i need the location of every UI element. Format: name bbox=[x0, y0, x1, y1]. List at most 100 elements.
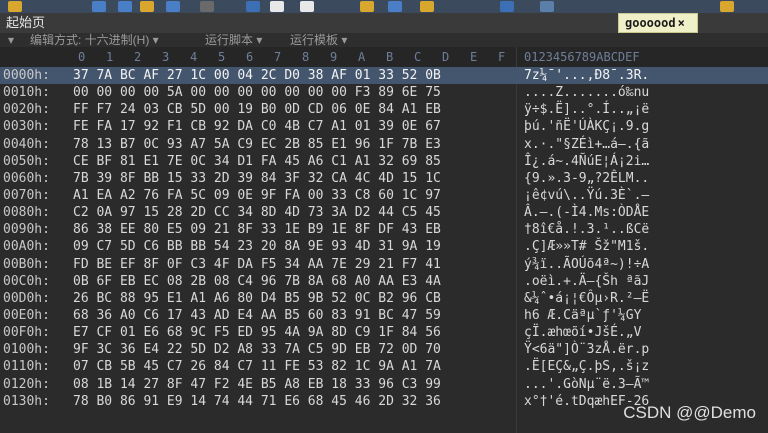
hex-row[interactable]: 00C0h: 0B 6F EB EC 08 2B 08 C4 96 7B 8A 6… bbox=[0, 273, 768, 290]
row-ascii[interactable]: .Ç]Æ»»T# Šž"M1š. bbox=[524, 238, 649, 255]
row-ascii[interactable]: çÏ.æhœõí•JšÉ.„V bbox=[524, 324, 641, 341]
tab-file[interactable]: goooood × bbox=[618, 13, 698, 33]
row-ascii[interactable]: †8î€å.!.3.¹..ßCë bbox=[524, 221, 649, 238]
row-offset: 0100h: bbox=[3, 342, 50, 358]
row-ascii[interactable]: Î¿.á~.4ÑúE¦Á¡2i… bbox=[524, 153, 649, 170]
row-offset: 0010h: bbox=[3, 85, 50, 101]
row-hex-bytes[interactable]: 37 7A BC AF 27 1C 00 04 2C D0 38 AF 01 3… bbox=[73, 67, 441, 84]
edit-mode-dropdown[interactable]: 编辑方式: 十六进制(H) ▾ bbox=[30, 33, 159, 47]
row-offset: 0130h: bbox=[3, 393, 50, 409]
col-header-7: 7 bbox=[274, 50, 282, 64]
options-bar: ▾ 编辑方式: 十六进制(H) ▾ 运行脚本 ▾ 运行模板 ▾ bbox=[0, 33, 768, 47]
row-ascii[interactable]: ...'.GòNµ¨ë.3–Ã™ bbox=[524, 376, 649, 393]
row-hex-bytes[interactable]: C2 0A 97 15 28 2D CC 34 8D 4D 73 3A D2 4… bbox=[73, 204, 441, 221]
row-ascii[interactable]: &¼ˆ•á¡¦€Ôµ›R.²–Ë bbox=[524, 290, 649, 307]
hex-row[interactable]: 0110h: 07 CB 5B 45 C7 26 84 C7 11 FE 53 8… bbox=[0, 358, 768, 375]
col-header-e: E bbox=[470, 50, 478, 64]
copy-icon[interactable] bbox=[166, 1, 180, 12]
row-offset: 0030h: bbox=[3, 119, 50, 135]
save-icon[interactable] bbox=[8, 1, 22, 12]
col-header-0: 0 bbox=[78, 50, 86, 64]
row-hex-bytes[interactable]: 78 B0 86 91 E9 14 74 44 71 E6 68 45 46 2… bbox=[73, 393, 441, 410]
row-ascii[interactable]: ....Z.......ó‰nu bbox=[524, 84, 649, 101]
hex-icon[interactable] bbox=[500, 1, 514, 12]
hex-row[interactable]: 00F0h: E7 CF 01 E6 68 9C F5 ED 95 4A 9A 8… bbox=[0, 324, 768, 341]
hex-row[interactable]: 0020h: FF F7 24 03 CB 5D 00 19 B0 0D CD 0… bbox=[0, 101, 768, 118]
row-ascii[interactable]: h6 Æ.C­äªµ`ƒ'¼GY bbox=[524, 307, 641, 324]
hex-row[interactable]: 0030h: FE FA 17 92 F1 CB 92 DA C0 4B C7 A… bbox=[0, 118, 768, 135]
paste-icon[interactable] bbox=[246, 1, 260, 12]
columns-icon[interactable] bbox=[540, 1, 554, 12]
close-icon[interactable]: × bbox=[678, 16, 685, 30]
col-header-8: 8 bbox=[302, 50, 310, 64]
row-hex-bytes[interactable]: 86 38 EE 80 E5 09 21 8F 33 1E B9 1E 8F D… bbox=[73, 221, 441, 238]
row-ascii[interactable]: þú.'ñË'ÚÀKÇ¡.9.g bbox=[524, 118, 649, 135]
row-hex-bytes[interactable]: 68 36 A0 C6 17 43 AD E4 AA B5 60 83 91 B… bbox=[73, 307, 441, 324]
hex-row[interactable]: 0050h: CE BF 81 E1 7E 0C 34 D1 FA 45 A6 C… bbox=[0, 153, 768, 170]
row-ascii[interactable]: ¡ê¢vú\..Ÿú.3È`.— bbox=[524, 187, 649, 204]
row-hex-bytes[interactable]: 08 1B 14 27 8F 47 F2 4E B5 A8 EB 18 33 9… bbox=[73, 376, 441, 393]
row-ascii[interactable]: Â.—.(-Ì4.Ms:ÒDÅE bbox=[524, 204, 649, 221]
hex-row[interactable]: 0060h: 7B 39 8F BB 15 33 2D 39 84 3F 32 C… bbox=[0, 170, 768, 187]
row-hex-bytes[interactable]: 00 00 00 00 5A 00 00 00 00 00 00 00 F3 8… bbox=[73, 84, 441, 101]
row-hex-bytes[interactable]: FD BE EF 8F 0F C3 4F DA F5 34 AA 7E 29 2… bbox=[73, 256, 441, 273]
hex-row[interactable]: 0070h: A1 EA A2 76 FA 5C 09 0E 9F FA 00 3… bbox=[0, 187, 768, 204]
replace-icon[interactable] bbox=[388, 1, 402, 12]
hex-row[interactable]: 00E0h: 68 36 A0 C6 17 43 AD E4 AA B5 60 8… bbox=[0, 307, 768, 324]
row-offset: 0060h: bbox=[3, 170, 50, 186]
row-ascii[interactable]: Ÿ<6ä"]Ò¨3zÅ.ër.p bbox=[524, 341, 649, 358]
cut-icon[interactable] bbox=[200, 1, 214, 12]
row-hex-bytes[interactable]: FE FA 17 92 F1 CB 92 DA C0 4B C7 A1 01 3… bbox=[73, 118, 441, 135]
row-ascii[interactable]: ý¾ï..ÃOÚõ4ª~)!÷A bbox=[524, 256, 649, 273]
row-hex-bytes[interactable]: 07 CB 5B 45 C7 26 84 C7 11 FE 53 82 1C 9… bbox=[73, 358, 441, 375]
settings-icon[interactable] bbox=[720, 1, 734, 12]
collapse-icon[interactable]: ▾ bbox=[8, 33, 14, 47]
row-hex-bytes[interactable]: E7 CF 01 E6 68 9C F5 ED 95 4A 9A 8D C9 1… bbox=[73, 324, 441, 341]
hex-row[interactable]: 0080h: C2 0A 97 15 28 2D CC 34 8D 4D 73 3… bbox=[0, 204, 768, 221]
row-ascii[interactable]: ÿ÷$.Ë]..°.Í..„¡ë bbox=[524, 101, 649, 118]
row-offset: 0050h: bbox=[3, 153, 50, 169]
find-icon[interactable] bbox=[360, 1, 374, 12]
row-hex-bytes[interactable]: FF F7 24 03 CB 5D 00 19 B0 0D CD 06 0E 8… bbox=[73, 101, 441, 118]
hex-row[interactable]: 00A0h: 09 C7 5D C6 BB BB 54 23 20 8A 9E 9… bbox=[0, 238, 768, 255]
row-offset: 0090h: bbox=[3, 222, 50, 238]
hex-row[interactable]: 0010h: 00 00 00 00 5A 00 00 00 00 00 00 0… bbox=[0, 84, 768, 101]
row-hex-bytes[interactable]: 78 13 B7 0C 93 A7 5A C9 EC 2B 85 E1 96 1… bbox=[73, 136, 441, 153]
row-ascii[interactable]: x.·."§ZÉì+…á–.{ã bbox=[524, 136, 649, 153]
column-header: 0 1 2 3 4 5 6 7 8 9 A B C D E F 01234567… bbox=[0, 47, 768, 67]
row-offset: 0110h: bbox=[3, 359, 50, 375]
hex-row[interactable]: 00B0h: FD BE EF 8F 0F C3 4F DA F5 34 AA 7… bbox=[0, 256, 768, 273]
folder-icon[interactable] bbox=[140, 1, 154, 12]
row-ascii[interactable]: .Ë[EÇ&„Ç.þS‚.š¡z bbox=[524, 358, 649, 375]
row-ascii[interactable]: {9.».3-9„?2ÊLM.. bbox=[524, 170, 649, 187]
hex-row[interactable]: 0100h: 9F 3C 36 E4 22 5D D2 A8 33 7A C5 9… bbox=[0, 341, 768, 358]
save-all-icon[interactable] bbox=[92, 1, 106, 12]
row-offset: 00F0h: bbox=[3, 325, 50, 341]
tab-start-page[interactable]: 起始页 bbox=[6, 15, 45, 31]
undo-icon[interactable] bbox=[270, 1, 284, 12]
run-script-dropdown[interactable]: 运行脚本 ▾ bbox=[205, 33, 262, 47]
run-template-dropdown[interactable]: 运行模板 ▾ bbox=[290, 33, 347, 47]
row-ascii[interactable]: 7z¼¯'...,Ð8¯.3R. bbox=[524, 67, 649, 84]
ascii-header: 0123456789ABCDEF bbox=[524, 50, 640, 64]
row-hex-bytes[interactable]: A1 EA A2 76 FA 5C 09 0E 9F FA 00 33 C8 6… bbox=[73, 187, 441, 204]
row-offset: 0000h: bbox=[3, 68, 50, 83]
hex-row[interactable]: 0040h: 78 13 B7 0C 93 A7 5A C9 EC 2B 85 E… bbox=[0, 136, 768, 153]
col-header-f: F bbox=[498, 50, 506, 64]
col-header-6: 6 bbox=[246, 50, 254, 64]
goto-icon[interactable] bbox=[420, 1, 434, 12]
hex-row[interactable]: 0120h: 08 1B 14 27 8F 47 F2 4E B5 A8 EB 1… bbox=[0, 376, 768, 393]
row-hex-bytes[interactable]: 7B 39 8F BB 15 33 2D 39 84 3F 32 CA 4C 4… bbox=[73, 170, 441, 187]
row-hex-bytes[interactable]: 09 C7 5D C6 BB BB 54 23 20 8A 9E 93 4D 3… bbox=[73, 238, 441, 255]
col-header-1: 1 bbox=[106, 50, 114, 64]
row-hex-bytes[interactable]: 26 BC 88 95 E1 A1 A6 80 D4 B5 9B 52 0C B… bbox=[73, 290, 441, 307]
hex-row[interactable]: 0000h: 37 7A BC AF 27 1C 00 04 2C D0 38 A… bbox=[0, 67, 768, 85]
print-icon[interactable] bbox=[118, 1, 132, 12]
hex-row[interactable]: 00D0h: 26 BC 88 95 E1 A1 A6 80 D4 B5 9B 5… bbox=[0, 290, 768, 307]
row-hex-bytes[interactable]: CE BF 81 E1 7E 0C 34 D1 FA 45 A6 C1 A1 3… bbox=[73, 153, 441, 170]
redo-icon[interactable] bbox=[300, 1, 314, 12]
row-hex-bytes[interactable]: 0B 6F EB EC 08 2B 08 C4 96 7B 8A 68 A0 A… bbox=[73, 273, 441, 290]
row-ascii[interactable]: .oëì.+.Ä–{Šh ªãJ bbox=[524, 273, 649, 290]
hex-row[interactable]: 0090h: 86 38 EE 80 E5 09 21 8F 33 1E B9 1… bbox=[0, 221, 768, 238]
row-hex-bytes[interactable]: 9F 3C 36 E4 22 5D D2 A8 33 7A C5 9D EB 7… bbox=[73, 341, 441, 358]
